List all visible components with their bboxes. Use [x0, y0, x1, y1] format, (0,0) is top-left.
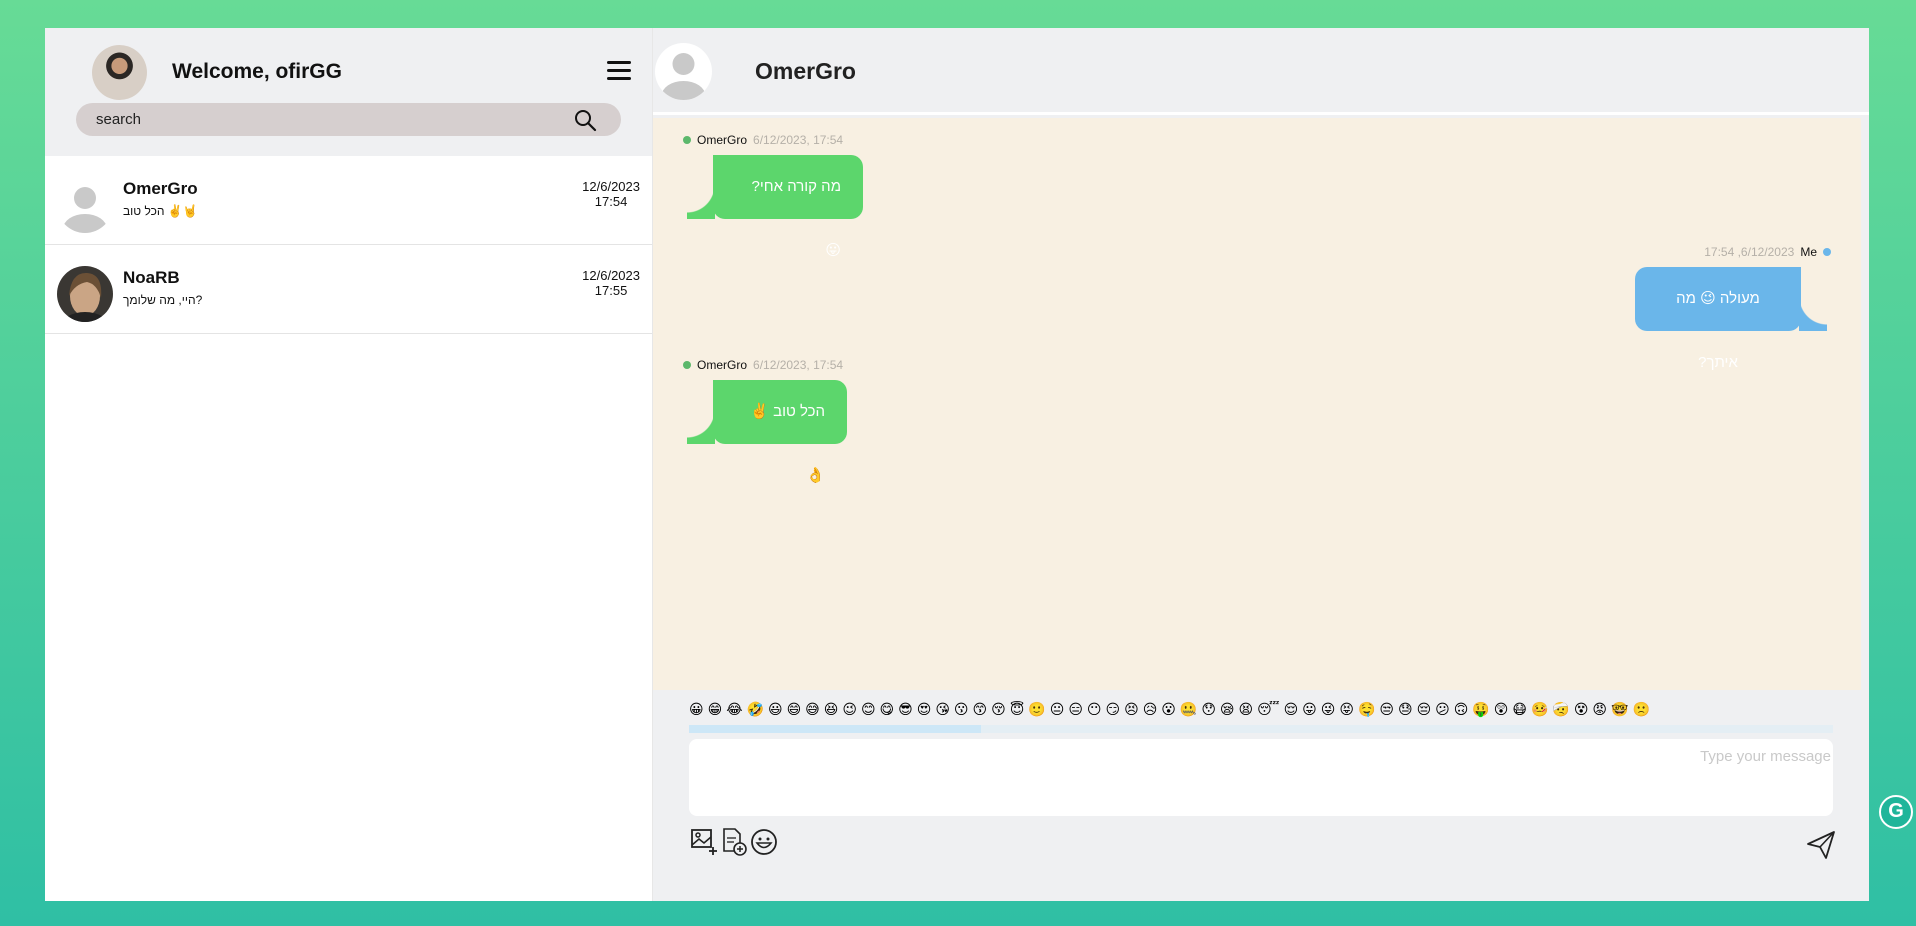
user-avatar[interactable]	[92, 45, 147, 100]
contact-preview: הכל טוב ✌️🤘	[123, 204, 198, 218]
message-incoming: OmerGro 6/12/2023, 17:54 מה קורה אחי? 😛	[683, 133, 863, 259]
message-bubble: הכל טוב ✌️👌	[687, 380, 847, 484]
sidebar-header: Welcome, ofirGG	[45, 28, 652, 156]
contact-timestamp: 12/6/2023 17:54	[582, 179, 640, 209]
message-sender: OmerGro	[697, 358, 748, 372]
contact-timestamp: 12/6/2023 17:55	[582, 268, 640, 298]
status-dot-icon	[1823, 248, 1831, 256]
contact-time: 17:55	[594, 283, 628, 298]
default-avatar-icon[interactable]	[655, 43, 712, 100]
add-file-icon[interactable]	[719, 827, 749, 857]
contact-item-omergro[interactable]: OmerGro הכל טוב ✌️🤘 12/6/2023 17:54	[45, 156, 652, 245]
hamburger-menu-icon[interactable]	[607, 61, 631, 81]
default-avatar-icon	[57, 177, 113, 233]
contact-name: OmerGro	[123, 179, 198, 198]
message-outgoing: 17:54 ,6/12/2023 Me מעולה 😉 מה איתך?	[1635, 245, 1831, 372]
chat-title: OmerGro	[755, 58, 856, 84]
message-bubble: מעולה 😉 מה איתך?	[1635, 267, 1827, 371]
message-input-box	[689, 739, 1833, 816]
chat-panel: OmerGro OmerGro 6/12/2023, 17:54 מה קורה…	[653, 28, 1869, 901]
grammarly-icon[interactable]: G	[1879, 795, 1913, 829]
message-meta: OmerGro 6/12/2023, 17:54	[683, 358, 847, 372]
status-dot-icon	[683, 361, 691, 369]
message-time: 6/12/2023, 17:54	[753, 133, 844, 147]
search-input[interactable]	[76, 103, 556, 136]
contact-date: 12/6/2023	[582, 179, 640, 194]
scrollbar-thumb[interactable]	[689, 725, 981, 733]
chat-header: OmerGro	[653, 28, 1869, 115]
contact-name: NoaRB	[123, 268, 180, 287]
message-input[interactable]	[689, 739, 1833, 816]
message-sender: Me	[1800, 245, 1817, 259]
message-meta: OmerGro 6/12/2023, 17:54	[683, 133, 863, 147]
message-list[interactable]: OmerGro 6/12/2023, 17:54 מה קורה אחי? 😛 …	[653, 118, 1861, 690]
welcome-text: Welcome, ofirGG	[172, 60, 342, 83]
add-image-icon[interactable]	[689, 827, 719, 857]
message-bubble: מה קורה אחי? 😛	[687, 155, 863, 259]
contact-preview: היי, מה שלומך?	[123, 293, 203, 307]
message-time: 17:54 ,6/12/2023	[1704, 245, 1795, 259]
send-icon[interactable]	[1805, 829, 1837, 861]
emoji-scrollbar[interactable]	[689, 725, 1833, 733]
search-icon[interactable]	[573, 108, 597, 132]
contact-date: 12/6/2023	[582, 268, 640, 283]
contact-photo-avatar	[57, 266, 113, 322]
emoji-picker-strip[interactable]: 😀😁😂🤣😃😄😅😆😉😊😋😎😍😘😗😙😚😇🙂😐😑😶😏😣😥😮🤐😯😪😫😴😌😛😜😝🤤😒😓😔😕…	[689, 701, 1833, 723]
emoji-icon[interactable]	[749, 827, 779, 857]
sidebar: Welcome, ofirGG OmerGro הכל טוב ✌️🤘	[45, 28, 653, 901]
message-incoming: OmerGro 6/12/2023, 17:54 הכל טוב ✌️👌	[683, 358, 847, 484]
contact-item-noarb[interactable]: NoaRB היי, מה שלומך? 12/6/2023 17:55	[45, 245, 652, 334]
search-bar	[76, 103, 621, 136]
message-sender: OmerGro	[697, 133, 748, 147]
message-time: 6/12/2023, 17:54	[753, 358, 844, 372]
contact-time: 17:54	[594, 194, 628, 209]
chat-app: Welcome, ofirGG OmerGro הכל טוב ✌️🤘	[45, 28, 1869, 901]
status-dot-icon	[683, 136, 691, 144]
message-meta: 17:54 ,6/12/2023 Me	[1635, 245, 1831, 259]
